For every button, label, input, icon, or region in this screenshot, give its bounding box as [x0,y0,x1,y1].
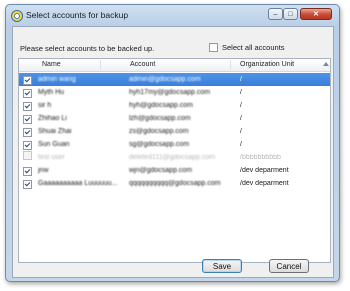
table-header: Name Account Organization Unit [19,59,330,72]
row-checkbox[interactable] [23,141,32,150]
select-all-label: Select all accounts [222,43,285,52]
row-checkbox[interactable] [23,89,32,98]
row-checkbox[interactable] [23,76,32,85]
account-email-cell: wjn@gdocsapp.com [129,167,193,174]
backup-dialog-window: Select accounts for backup – □ ✕ Please … [5,4,340,282]
organization-unit-cell: / [240,128,242,135]
account-email-cell: hyh17my@gdocsapp.com [129,89,211,96]
table-row[interactable]: sir h hyh@gdocsapp.com / [19,99,330,112]
app-logo-icon [11,10,23,22]
cancel-button[interactable]: Cancel [269,259,309,273]
account-name-cell: Zhihao Li [38,115,67,122]
account-email-cell: lzh@gdocsapp.com [129,115,191,122]
account-email-cell: deleted111@gdocsapp.com [129,154,216,161]
account-email-cell: zs@gdocsapp.com [129,128,189,135]
organization-unit-cell: /bbbbbbbbbb [240,154,281,161]
row-checkbox[interactable] [23,167,32,176]
instruction-text: Please select accounts to be backed up. [20,44,155,53]
row-checkbox [23,151,32,160]
account-name-cell: admin wang [38,76,76,83]
account-email-cell: qqqqqqqqqq@gdocsapp.com [129,180,221,187]
column-header-organization-unit[interactable]: Organization Unit [240,61,294,68]
column-header-account[interactable]: Account [130,61,155,68]
organization-unit-cell: / [240,115,242,122]
row-checkbox[interactable] [23,102,32,111]
table-row[interactable]: Shuai Zhai zs@gdocsapp.com / [19,125,330,138]
organization-unit-cell: / [240,76,242,83]
accounts-table: Name Account Organization Unit admin wan… [18,58,331,263]
account-email-cell: sg@gdocsapp.com [129,141,190,148]
organization-unit-cell: / [240,141,242,148]
account-name-cell: Myth Hu [38,89,65,96]
maximize-button[interactable]: □ [283,8,298,20]
dialog-content: Please select accounts to be backed up. … [12,26,334,278]
save-button[interactable]: Save [202,259,242,273]
window-title: Select accounts for backup [26,10,129,20]
account-name-cell: Gaaaaaaaaaa Luuuuuu... [38,180,118,187]
column-divider[interactable] [100,60,101,70]
select-all-checkbox[interactable]: Select all accounts [209,43,285,52]
account-name-cell: sir h [38,102,52,109]
account-name-cell: Sun Guan [38,141,70,148]
table-row[interactable]: Myth Hu hyh17my@gdocsapp.com / [19,86,330,99]
select-all-checkbox-box[interactable] [209,43,218,52]
organization-unit-cell: / [240,89,242,96]
minimize-button[interactable]: – [268,8,283,20]
table-row[interactable]: admin wang admin@gdocsapp.com / [19,73,330,86]
organization-unit-cell: /dev deparment [240,167,289,174]
account-name-cell: Shuai Zhai [38,128,72,135]
account-email-cell: hyh@gdocsapp.com [129,102,193,109]
row-checkbox[interactable] [23,128,32,137]
table-row[interactable]: Sun Guan sg@gdocsapp.com / [19,138,330,151]
table-row[interactable]: Gaaaaaaaaaa Luuuuuu... qqqqqqqqqq@gdocsap… [19,177,330,190]
account-name-cell: test user [38,154,65,161]
organization-unit-cell: / [240,102,242,109]
close-button[interactable]: ✕ [300,8,332,20]
sort-up-icon [323,62,329,66]
column-divider[interactable] [230,60,231,70]
organization-unit-cell: /dev deparment [240,180,289,187]
table-row[interactable]: jnw wjn@gdocsapp.com/dev deparment [19,164,330,177]
column-header-name[interactable]: Name [42,61,61,68]
table-row[interactable]: Zhihao Li lzh@gdocsapp.com / [19,112,330,125]
row-checkbox[interactable] [23,115,32,124]
table-row[interactable]: test user deleted111@gdocsapp.com/bbbbbbb… [19,151,330,164]
row-checkbox[interactable] [23,180,32,189]
account-email-cell: admin@gdocsapp.com [129,76,201,83]
account-name-cell: jnw [38,167,49,174]
title-bar[interactable]: Select accounts for backup – □ ✕ [6,5,339,25]
